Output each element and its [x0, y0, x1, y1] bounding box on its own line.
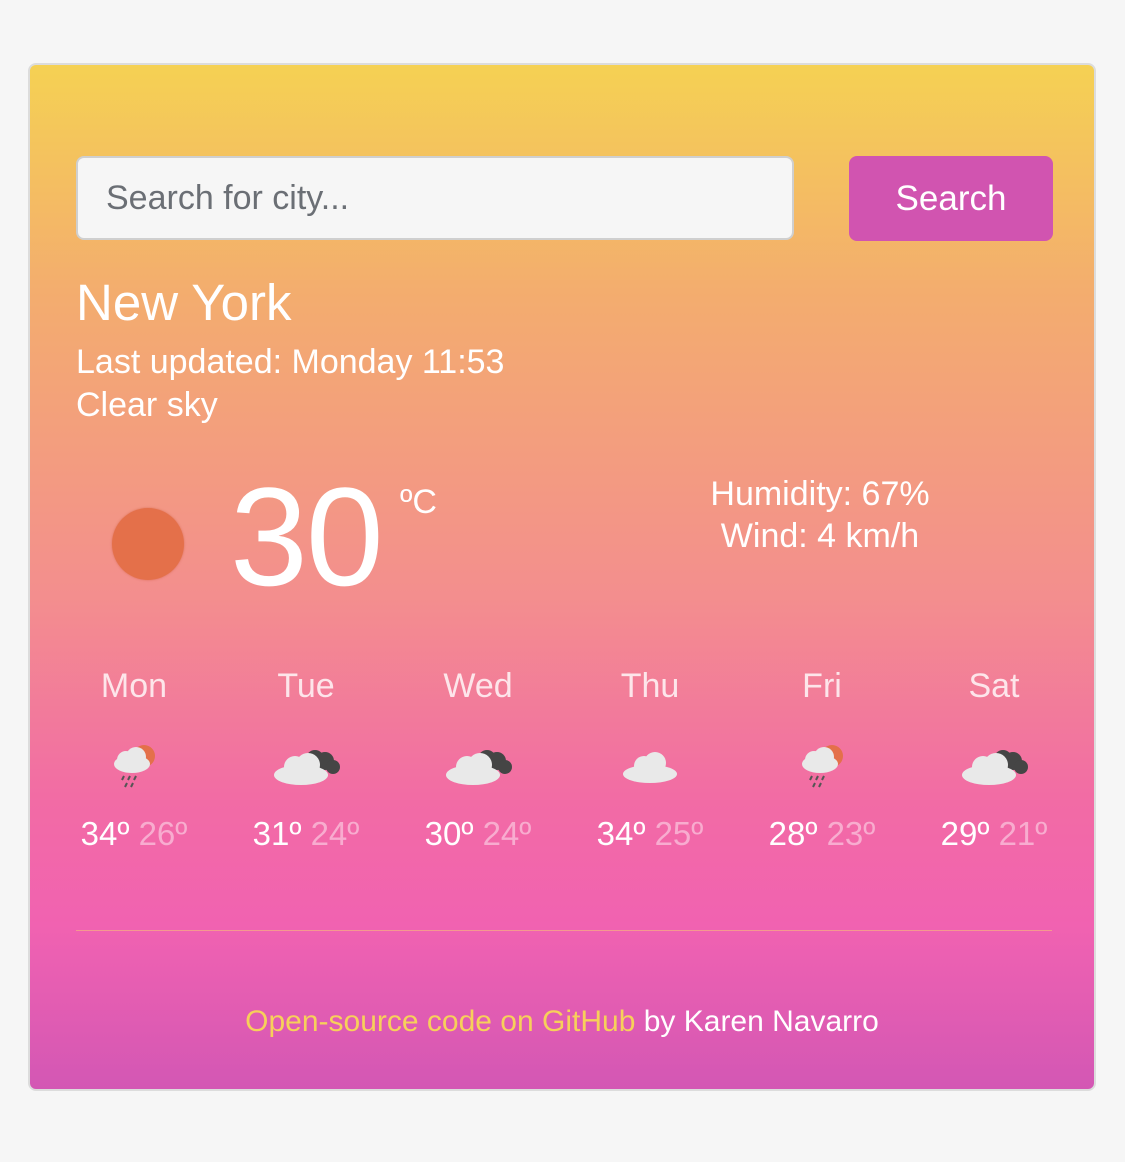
broken-clouds-icon [908, 729, 1080, 803]
forecast-min: 25º [654, 815, 704, 852]
forecast-max: 30º [424, 815, 474, 852]
search-button[interactable]: Search [849, 156, 1053, 241]
forecast-min: 24º [310, 815, 360, 852]
weather-description: Clear sky [76, 386, 218, 424]
forecast-max: 34º [596, 815, 646, 852]
forecast-temps: 34º 25º [564, 815, 736, 853]
cloud-icon [564, 729, 736, 803]
forecast-day: Tue 31º 24º [220, 665, 392, 853]
wind: Wind: 4 km/h [720, 517, 920, 555]
last-updated: Last updated: Monday 11:53 [76, 343, 505, 381]
forecast-min: 24º [482, 815, 532, 852]
forecast-temps: 30º 24º [392, 815, 564, 853]
forecast-day: Wed 30º 24º [392, 665, 564, 853]
forecast-day: Thu 34º 25º [564, 665, 736, 853]
city-name: New York [76, 274, 292, 331]
forecast-max: 29º [940, 815, 990, 852]
forecast-max: 31º [252, 815, 302, 852]
forecast-temps: 34º 26º [48, 815, 220, 853]
forecast: Mon 34º 26º Tue 31º 24º Wed 30º 24º Thu … [48, 665, 1080, 853]
current-temperature: 30 [230, 458, 384, 615]
forecast-min: 21º [998, 815, 1048, 852]
forecast-day: Sat 29º 21º [908, 665, 1080, 853]
search-input[interactable] [76, 156, 794, 240]
forecast-day-name: Fri [802, 667, 842, 705]
temperature-unit: ºC [400, 483, 437, 521]
rain-sun-icon [48, 729, 220, 803]
forecast-max: 28º [768, 815, 818, 852]
sun-icon [112, 508, 184, 580]
divider [76, 930, 1052, 931]
forecast-day-name: Thu [620, 667, 680, 705]
forecast-min: 23º [826, 815, 876, 852]
broken-clouds-icon [220, 729, 392, 803]
rain-sun-icon [736, 729, 908, 803]
broken-clouds-icon [392, 729, 564, 803]
footer: Open-source code on GitHub by Karen Nava… [30, 1005, 1094, 1039]
forecast-day-name: Mon [100, 667, 168, 705]
forecast-day-name: Tue [277, 667, 335, 705]
forecast-day-name: Sat [968, 667, 1020, 705]
github-link[interactable]: Open-source code on GitHub [245, 1005, 635, 1038]
weather-stats: Humidity: 67% Wind: 4 km/h [640, 473, 1000, 557]
forecast-day-name: Wed [443, 667, 513, 705]
weather-card: Search New York Last updated: Monday 11:… [28, 63, 1096, 1091]
forecast-max: 34º [80, 815, 130, 852]
forecast-temps: 28º 23º [736, 815, 908, 853]
forecast-day: Mon 34º 26º [48, 665, 220, 853]
humidity: Humidity: 67% [710, 475, 930, 513]
forecast-temps: 31º 24º [220, 815, 392, 853]
forecast-min: 26º [138, 815, 188, 852]
forecast-temps: 29º 21º [908, 815, 1080, 853]
footer-author: by Karen Navarro [635, 1005, 879, 1038]
forecast-day: Fri 28º 23º [736, 665, 908, 853]
